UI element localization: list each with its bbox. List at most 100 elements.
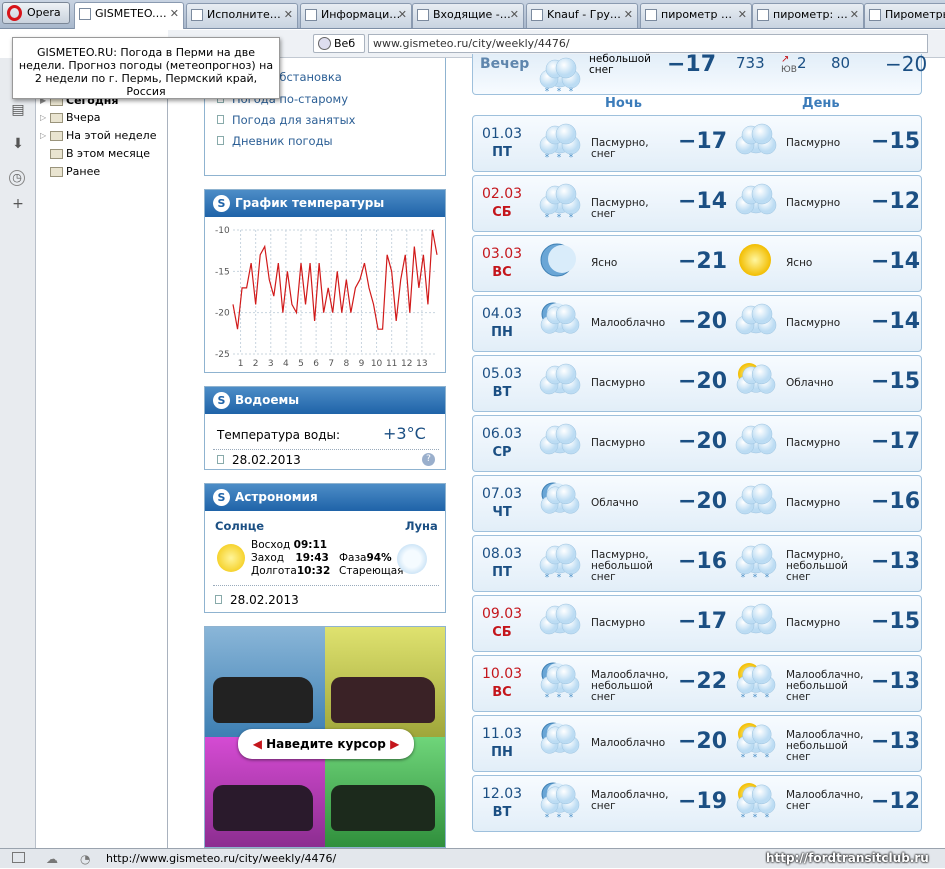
- night-temp: −16: [678, 549, 728, 574]
- tab-label: пирометр …: [661, 8, 733, 21]
- night-temp: −20: [678, 309, 728, 334]
- browser-tab[interactable]: Входящие -… ✕: [412, 3, 524, 28]
- svg-text:*: *: [569, 153, 574, 163]
- close-tab-icon[interactable]: ✕: [738, 4, 747, 26]
- downloads-icon[interactable]: ⬇: [9, 136, 27, 154]
- opera-menu-button[interactable]: Opera: [2, 2, 70, 24]
- globe-icon: [318, 37, 331, 50]
- evening-desc: небольшой снег: [589, 53, 651, 76]
- forecast-weekday: СР: [492, 445, 512, 460]
- car-image: [331, 785, 435, 831]
- menu-item-busy[interactable]: Погода для занятых: [217, 113, 355, 127]
- close-tab-icon[interactable]: ✕: [850, 4, 859, 26]
- tab-label: GISMETEO.…: [95, 7, 167, 20]
- browser-tab[interactable]: пирометр: … ✕: [752, 3, 864, 28]
- water-label: Температура воды:: [217, 428, 341, 442]
- svg-text:*: *: [557, 813, 562, 823]
- svg-text:*: *: [741, 573, 746, 583]
- menu-item-diary[interactable]: Дневник погоды: [217, 134, 333, 148]
- day-desc: Малооблачно, небольшой снег: [786, 729, 864, 763]
- close-tab-icon[interactable]: ✕: [284, 4, 293, 26]
- wind-speed: 2: [797, 54, 807, 72]
- cloud-snow-icon: * * *: [729, 540, 781, 584]
- search-engine-button[interactable]: Веб: [313, 34, 365, 53]
- close-tab-icon[interactable]: ✕: [624, 4, 633, 26]
- temp-graph-box: S График температуры -10 -15 -20 -25 1 2 3 4 5 6 7…: [204, 189, 446, 373]
- cloud-icon: [729, 180, 781, 224]
- browser-tab[interactable]: GISMETEO.… ✕: [74, 2, 184, 29]
- favicon-icon: [531, 9, 543, 21]
- history-item-this-week[interactable]: ▷ На этой неделе: [40, 128, 156, 144]
- sun-icon: [729, 240, 781, 284]
- close-tab-icon[interactable]: ✕: [398, 4, 407, 26]
- history-item-this-month[interactable]: В этом месяце: [50, 146, 150, 162]
- water-temp: +3°C: [383, 424, 426, 443]
- gismeteo-logo-icon: S: [213, 489, 230, 506]
- favicon-icon: [645, 9, 657, 21]
- forecast-row: 05.03 ВТ Пасмурно −20 Облачно −15: [472, 355, 922, 412]
- folder-icon: [50, 113, 63, 123]
- close-tab-icon[interactable]: ✕: [170, 3, 179, 25]
- history-item-yesterday[interactable]: ▷ Вчера: [40, 110, 101, 126]
- cloud-snow-icon: * * *: [533, 120, 585, 164]
- sun-times: Восход 09:11 Заход 19:43 Долгота10:32: [251, 539, 331, 577]
- day-desc: Пасмурно: [786, 137, 841, 149]
- day-temp: −13: [871, 549, 921, 574]
- page-icon: [215, 595, 222, 604]
- x-tick-label: 10: [371, 359, 383, 369]
- browser-tab[interactable]: пирометр … ✕: [640, 3, 752, 28]
- panel-toggle-icon[interactable]: [12, 852, 25, 863]
- forecast-weekday: ВТ: [492, 805, 512, 820]
- x-tick-label: 13: [416, 359, 427, 369]
- tab-tooltip: GISMETEO.RU: Погода в Перми на две недел…: [12, 37, 280, 99]
- url-field[interactable]: www.gismeteo.ru/city/weekly/4476/: [368, 34, 928, 53]
- svg-text:*: *: [545, 153, 550, 163]
- forecast-weekday: ВС: [492, 685, 512, 700]
- browser-tab[interactable]: Информаци… ✕: [300, 3, 412, 28]
- night-desc: Пасмурно, снег: [591, 197, 649, 220]
- y-tick-label: -20: [215, 309, 230, 319]
- history-item-earlier[interactable]: Ранее: [50, 164, 100, 180]
- browser-tab[interactable]: Пирометры…: [864, 3, 945, 28]
- night-desc: Малооблачно: [591, 737, 666, 749]
- close-tab-icon[interactable]: ✕: [510, 4, 519, 26]
- notes-icon[interactable]: ▤: [9, 102, 27, 120]
- help-icon[interactable]: ?: [422, 453, 435, 466]
- opera-logo-icon: [7, 5, 22, 21]
- moon-cloud-snow-icon: * * *: [533, 660, 585, 704]
- day-temp: −16: [871, 489, 921, 514]
- browser-tab[interactable]: Исполните… ✕: [186, 3, 298, 28]
- browser-tab[interactable]: Knauf - Гру… ✕: [526, 3, 638, 28]
- day-header: День: [802, 96, 840, 111]
- sun-label: Солнце: [215, 519, 265, 533]
- expand-arrow-icon[interactable]: ▷: [40, 128, 46, 144]
- svg-text:*: *: [545, 693, 550, 703]
- day-temp: −12: [871, 189, 921, 214]
- cloud-icon[interactable]: ☁: [46, 850, 58, 869]
- forecast-date: 03.03: [481, 246, 523, 262]
- moon-icon: [533, 240, 585, 284]
- forecast-date: 02.03: [481, 186, 523, 202]
- add-panel-icon[interactable]: +: [9, 196, 27, 214]
- evening-temp: −17: [667, 52, 717, 77]
- expand-arrow-icon[interactable]: ▷: [40, 110, 46, 126]
- temp-graph-title: График температуры: [235, 196, 385, 210]
- ad-hover-prompt[interactable]: ◀ Наведите курсор ▶: [238, 729, 414, 759]
- day-desc: Пасмурно: [786, 437, 841, 449]
- car-image: [213, 677, 313, 723]
- car-ad-banner[interactable]: ◀ Наведите курсор ▶: [204, 626, 446, 848]
- svg-text:*: *: [741, 693, 746, 703]
- forecast-date: 05.03: [481, 366, 523, 382]
- tab-label: Входящие -…: [433, 8, 511, 21]
- astronomy-header: S Астрономия: [205, 484, 445, 511]
- history-icon[interactable]: ◷: [9, 170, 25, 186]
- day-desc: Облачно: [786, 377, 834, 389]
- forecast-row: 03.03 ВС Ясно −21 Ясно −14: [472, 235, 922, 292]
- opera-menu-label: Opera: [27, 6, 61, 19]
- svg-text:*: *: [753, 573, 758, 583]
- night-desc: Пасмурно: [591, 617, 646, 629]
- night-desc: Пасмурно, небольшой снег: [591, 549, 653, 583]
- svg-text:*: *: [753, 813, 758, 823]
- x-tick-label: 12: [401, 359, 412, 369]
- speed-dial-icon[interactable]: ◔: [80, 850, 90, 869]
